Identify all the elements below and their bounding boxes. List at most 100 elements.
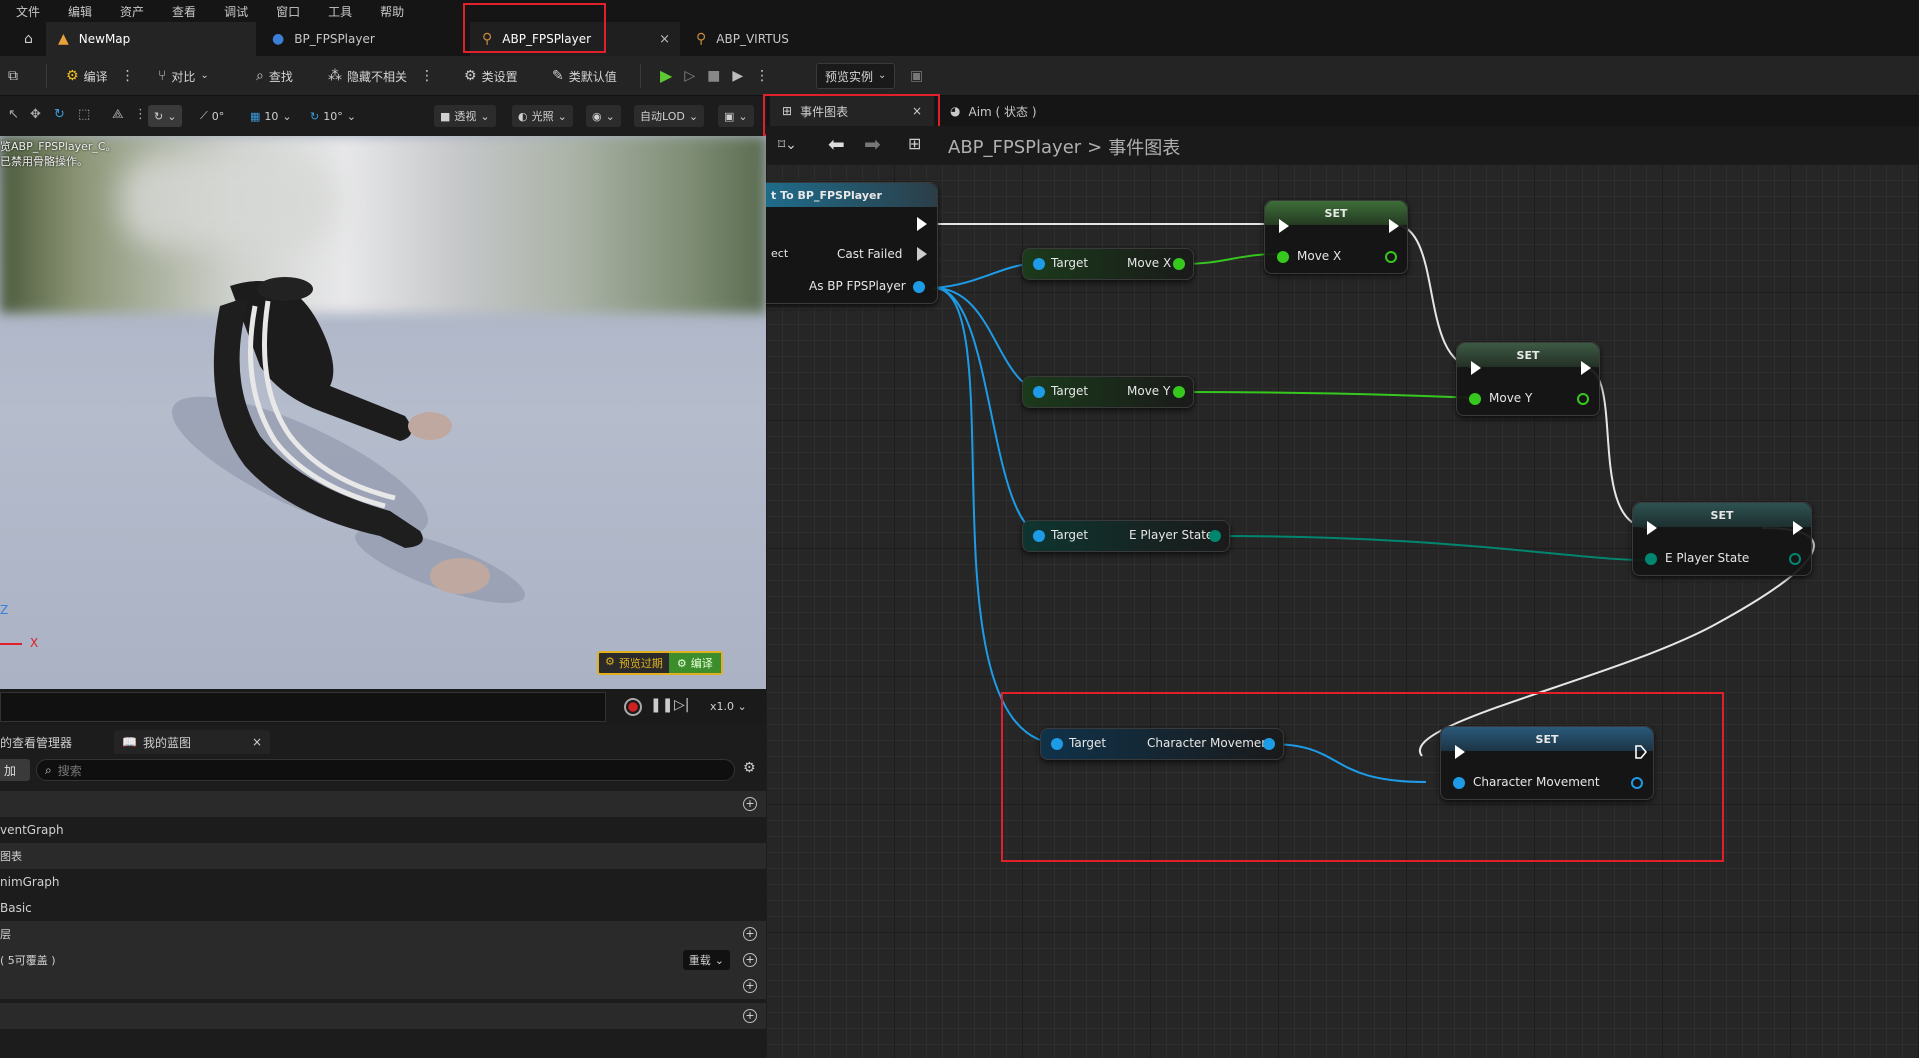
close-icon[interactable]: × xyxy=(252,735,262,749)
set-move-x-node[interactable]: SET Move X xyxy=(1264,200,1408,274)
object-out-pin[interactable] xyxy=(913,281,925,293)
perspective-dropdown[interactable]: ■ 透视 ⌄ xyxy=(434,105,496,127)
lighting-dropdown[interactable]: ◐ 光照 ⌄ xyxy=(512,105,573,127)
float-out-pin[interactable] xyxy=(1577,393,1589,405)
class-defaults-button[interactable]: ✎ 类默认值 xyxy=(552,56,617,96)
list-item[interactable]: ventGraph xyxy=(0,817,766,843)
tab-newmap[interactable]: ▲ NewMap xyxy=(46,22,256,56)
stop-icon[interactable]: ■ xyxy=(707,69,720,83)
exec-in-pin[interactable] xyxy=(1647,521,1657,535)
viewport-compile-button[interactable]: ⚙ 编译 xyxy=(668,653,721,673)
close-icon[interactable]: × xyxy=(659,32,670,47)
playback-speed[interactable]: x1.0 ⌄ xyxy=(710,700,747,713)
get-player-state-node[interactable]: Target E Player State xyxy=(1022,520,1230,552)
diff-button[interactable]: ⑂ 对比 ⌄ xyxy=(158,56,209,96)
section-header-layers[interactable]: 层 + xyxy=(0,921,766,947)
coord-space-dropdown[interactable]: ↻ ⌄ xyxy=(148,105,183,127)
menu-asset[interactable]: 资产 xyxy=(120,3,144,20)
preview-instance-dropdown[interactable]: 预览实例 ⌄ xyxy=(816,63,896,89)
exec-in-pin[interactable] xyxy=(1279,219,1289,233)
exec-out-pin[interactable] xyxy=(1793,521,1803,535)
section-header-variables[interactable]: + xyxy=(0,1003,766,1029)
pause-icon[interactable]: ❚❚ xyxy=(650,698,673,712)
menu-debug[interactable]: 调试 xyxy=(224,3,248,20)
get-move-y-node[interactable]: Target Move Y xyxy=(1022,376,1194,408)
angle-snap-dropdown[interactable]: ⟋ 0° xyxy=(194,105,230,127)
exec-in-pin[interactable] xyxy=(1471,361,1481,375)
forward-arrow-icon[interactable]: ➡ xyxy=(864,134,881,154)
float-out-pin[interactable] xyxy=(1385,251,1397,263)
rotate-icon[interactable]: ↻ xyxy=(54,107,65,122)
menu-tools[interactable]: 工具 xyxy=(328,3,352,20)
step-icon[interactable]: ▷ xyxy=(684,69,695,83)
viewport-options-dropdown[interactable]: ▣ ⌄ xyxy=(718,105,754,127)
float-out-pin[interactable] xyxy=(1173,258,1185,270)
gear-icon[interactable]: ⚙ xyxy=(743,761,756,775)
menu-edit[interactable]: 编辑 xyxy=(68,3,92,20)
surface-snap-icon[interactable]: ⟁ xyxy=(112,107,124,122)
translate-icon[interactable]: ✥ xyxy=(30,107,41,122)
more-icon[interactable]: ⋮ xyxy=(755,69,769,83)
tab-view-manager[interactable]: 的查看管理器 xyxy=(0,730,112,754)
play-icon[interactable]: ▶ xyxy=(660,68,672,84)
preview-viewport[interactable]: 览ABP_FPSPlayer_C。 已禁用骨骼操作。 X Z ⚙ 预览过期 ⚙ 编译 xyxy=(0,136,766,689)
float-in-pin[interactable] xyxy=(1277,251,1289,263)
add-circle-icon[interactable]: + xyxy=(743,927,757,941)
target-pin[interactable] xyxy=(1033,386,1045,398)
menu-file[interactable]: 文件 xyxy=(16,3,40,20)
show-dropdown[interactable]: ◉ ⌄ xyxy=(586,105,621,127)
find-button[interactable]: ⌕ 查找 xyxy=(256,56,293,96)
float-in-pin[interactable] xyxy=(1469,393,1481,405)
search-input[interactable]: ⌕ 搜索 xyxy=(36,759,735,781)
exec-out-pin[interactable] xyxy=(917,217,927,231)
set-move-y-node[interactable]: SET Move Y xyxy=(1456,342,1600,416)
hide-unrelated-button[interactable]: ⁂ 隐藏不相关 ⋮ xyxy=(328,56,434,96)
menu-help[interactable]: 帮助 xyxy=(380,3,404,20)
debug-object-button[interactable]: ▣ xyxy=(910,56,923,96)
menu-view[interactable]: 查看 xyxy=(172,3,196,20)
exec-out-pin[interactable] xyxy=(917,247,927,261)
record-icon[interactable] xyxy=(624,698,642,716)
event-graph-canvas[interactable]: t To BP_FPSPlayer ect Cast Failed As BP … xyxy=(766,164,1919,1058)
class-settings-button[interactable]: ⚙ 类设置 xyxy=(464,56,518,96)
enum-out-pin[interactable] xyxy=(1789,553,1801,565)
select-icon[interactable]: ↖ xyxy=(8,107,19,122)
tab-bp-fpsplayer[interactable]: ● BP_FPSPlayer xyxy=(260,22,465,56)
list-item[interactable]: nimGraph xyxy=(0,869,766,895)
get-move-x-node[interactable]: Target Move X xyxy=(1022,248,1194,280)
tab-my-blueprint[interactable]: 📖 我的蓝图 × xyxy=(114,730,270,754)
scale-icon[interactable]: ⬚ xyxy=(78,107,90,122)
add-circle-icon[interactable]: + xyxy=(743,797,757,811)
exec-out-pin[interactable] xyxy=(1581,361,1591,375)
enum-out-pin[interactable] xyxy=(1209,530,1221,542)
tab-aim-state[interactable]: ◕ Aim ( 状态 ) xyxy=(938,96,1037,126)
section-header-functions-override[interactable]: ( 5可覆盖 ) 重载 ⌄ + xyxy=(0,947,766,973)
step-forward-icon[interactable]: ▷| xyxy=(674,698,689,712)
more-icon[interactable]: ⋮ xyxy=(134,107,147,122)
section-header-functions[interactable]: 图表 xyxy=(0,843,766,869)
timeline-scrubber[interactable] xyxy=(0,692,606,722)
section-header-macros[interactable]: + xyxy=(0,973,766,999)
target-pin[interactable] xyxy=(1033,530,1045,542)
add-circle-icon[interactable]: + xyxy=(743,1009,757,1023)
add-circle-icon[interactable]: + xyxy=(743,953,757,967)
rotate-snap-dropdown[interactable]: ↻ 10° ⌄ xyxy=(304,105,362,127)
possess-icon[interactable]: ▶ xyxy=(732,69,743,83)
breadcrumb-root[interactable]: ABP_FPSPlayer xyxy=(948,137,1081,158)
target-pin[interactable] xyxy=(1033,258,1045,270)
more-icon[interactable]: ⋮ xyxy=(121,69,135,83)
compile-button[interactable]: ⚙ 编译 ⋮ xyxy=(66,56,135,96)
lod-dropdown[interactable]: 自动LOD ⌄ xyxy=(634,105,705,127)
add-circle-icon[interactable]: + xyxy=(743,979,757,993)
override-dropdown[interactable]: 重载 ⌄ xyxy=(682,950,730,970)
add-button[interactable]: 加 xyxy=(0,759,30,781)
grid-snap-dropdown[interactable]: ▦ 10 ⌄ xyxy=(244,105,298,127)
float-out-pin[interactable] xyxy=(1173,386,1185,398)
exec-out-pin[interactable] xyxy=(1389,219,1399,233)
home-tab[interactable]: ⌂ xyxy=(16,22,42,56)
tab-abp-virtus[interactable]: ⚲ ABP_VIRTUS xyxy=(684,22,884,56)
list-item[interactable]: Basic xyxy=(0,895,766,921)
enum-in-pin[interactable] xyxy=(1645,553,1657,565)
cast-node[interactable]: t To BP_FPSPlayer ect Cast Failed As BP … xyxy=(766,182,938,304)
section-header-graphs[interactable]: + xyxy=(0,791,766,817)
